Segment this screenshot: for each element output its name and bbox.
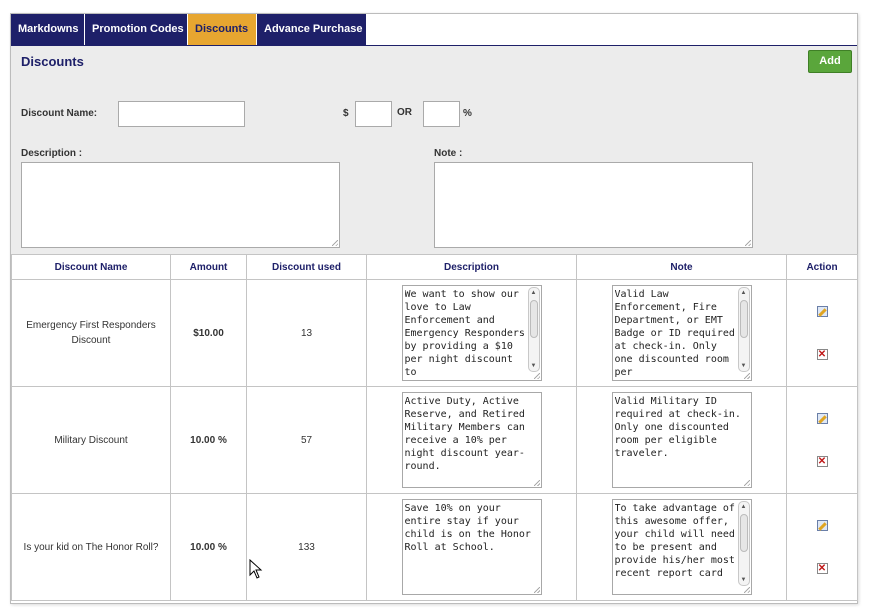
row-note-textarea[interactable]: To take advantage of this awesome offer,… xyxy=(611,499,752,595)
resize-grip-icon[interactable] xyxy=(533,587,540,593)
row-description-textarea[interactable]: Active Duty, Active Reserve, and Retired… xyxy=(401,392,542,488)
tab-markdowns[interactable]: Markdowns xyxy=(11,14,85,45)
action-cell: ✕ xyxy=(786,386,858,494)
column-header-note[interactable]: Note xyxy=(576,254,787,280)
or-label: OR xyxy=(397,107,412,118)
resize-grip-icon[interactable] xyxy=(533,373,540,379)
tab-discounts[interactable]: Discounts xyxy=(188,14,257,45)
row-description-textarea[interactable]: Save 10% on your entire stay if your chi… xyxy=(401,499,542,595)
action-cell: ✕ xyxy=(786,493,858,601)
dollar-amount-input[interactable] xyxy=(355,101,392,127)
discount-name-cell: Emergency First Responders Discount xyxy=(11,279,171,387)
column-header-discount-name[interactable]: Discount Name xyxy=(11,254,171,280)
amount-cell: $10.00 xyxy=(170,279,247,387)
dollar-label: $ xyxy=(343,108,349,119)
note-textarea[interactable] xyxy=(434,162,753,248)
scroll-down-icon[interactable]: ▼ xyxy=(739,575,749,585)
column-header-amount[interactable]: Amount xyxy=(170,254,247,280)
row-note-textarea[interactable]: Valid Military ID required at check-in. … xyxy=(611,392,752,488)
resize-grip-icon[interactable] xyxy=(745,240,751,246)
row-note-textarea[interactable]: Valid Law Enforcement, Fire Department, … xyxy=(611,285,752,381)
scroll-down-icon[interactable]: ▼ xyxy=(529,361,539,371)
column-header-action: Action xyxy=(786,254,858,280)
description-textarea[interactable] xyxy=(21,162,340,248)
scrollbar[interactable]: ▲ ▼ xyxy=(737,501,750,586)
scroll-up-icon[interactable]: ▲ xyxy=(739,502,749,512)
scrollbar[interactable]: ▲ ▼ xyxy=(737,287,750,372)
table-row: Is your kid on The Honor Roll? 10.00 % 1… xyxy=(11,493,858,601)
scrollbar[interactable]: ▲ ▼ xyxy=(527,287,540,372)
tab-promotion-codes[interactable]: Promotion Codes xyxy=(85,14,188,45)
discount-name-input[interactable] xyxy=(118,101,245,127)
description-cell: Active Duty, Active Reserve, and Retired… xyxy=(366,386,577,494)
scroll-up-icon[interactable]: ▲ xyxy=(739,288,749,298)
discount-name-cell: Military Discount xyxy=(11,386,171,494)
row-note-text: Valid Law Enforcement, Fire Department, … xyxy=(614,289,735,378)
discount-used-cell: 133 xyxy=(246,493,367,601)
discount-name-cell: Is your kid on The Honor Roll? xyxy=(11,493,171,601)
amount-cell: 10.00 % xyxy=(170,493,247,601)
resize-grip-icon[interactable] xyxy=(743,480,750,486)
action-cell: ✕ xyxy=(786,279,858,387)
scroll-thumb[interactable] xyxy=(739,300,748,338)
resize-grip-icon[interactable] xyxy=(533,480,540,486)
description-cell: Save 10% on your entire stay if your chi… xyxy=(366,493,577,601)
resize-grip-icon[interactable] xyxy=(743,587,750,593)
discounts-panel: Markdowns Promotion Codes Discounts Adva… xyxy=(10,13,858,604)
discounts-table: Discount Name Amount Discount used Descr… xyxy=(11,254,858,601)
note-cell: Valid Law Enforcement, Fire Department, … xyxy=(576,279,787,387)
note-cell: Valid Military ID required at check-in. … xyxy=(576,386,787,494)
discount-used-cell: 57 xyxy=(246,386,367,494)
row-description-text: We want to show our love to Law Enforcem… xyxy=(404,289,525,378)
tab-bar: Markdowns Promotion Codes Discounts Adva… xyxy=(11,14,367,45)
scroll-thumb[interactable] xyxy=(739,514,748,552)
table-row: Emergency First Responders Discount $10.… xyxy=(11,279,858,387)
tab-advance-purchase[interactable]: Advance Purchase xyxy=(257,14,367,45)
delete-icon[interactable]: ✕ xyxy=(816,563,828,574)
delete-icon[interactable]: ✕ xyxy=(816,456,828,467)
scroll-thumb[interactable] xyxy=(529,300,538,338)
note-label: Note : xyxy=(434,148,463,159)
table-header-row: Discount Name Amount Discount used Descr… xyxy=(11,254,858,280)
description-cell: We want to show our love to Law Enforcem… xyxy=(366,279,577,387)
discount-used-cell: 13 xyxy=(246,279,367,387)
edit-icon[interactable] xyxy=(816,520,828,531)
table-row: Military Discount 10.00 % 57 Active Duty… xyxy=(11,386,858,494)
discount-name-label: Discount Name: xyxy=(21,108,98,119)
delete-icon[interactable]: ✕ xyxy=(816,349,828,360)
scroll-up-icon[interactable]: ▲ xyxy=(529,288,539,298)
edit-icon[interactable] xyxy=(816,413,828,424)
resize-grip-icon[interactable] xyxy=(743,373,750,379)
resize-grip-icon[interactable] xyxy=(332,240,338,246)
amount-cell: 10.00 % xyxy=(170,386,247,494)
row-note-text: Valid Military ID required at check-in. … xyxy=(614,396,747,459)
note-cell: To take advantage of this awesome offer,… xyxy=(576,493,787,601)
edit-icon[interactable] xyxy=(816,306,828,317)
scroll-down-icon[interactable]: ▼ xyxy=(739,361,749,371)
row-description-text: Save 10% on your entire stay if your chi… xyxy=(404,503,537,553)
add-button[interactable]: Add xyxy=(808,50,852,73)
row-description-text: Active Duty, Active Reserve, and Retired… xyxy=(404,396,531,472)
percent-amount-input[interactable] xyxy=(423,101,460,127)
add-discount-form: Discounts Add Discount Name: $ OR % Desc… xyxy=(11,46,857,254)
description-label: Description : xyxy=(21,148,83,159)
percent-label: % xyxy=(463,108,472,119)
column-header-discount-used[interactable]: Discount used xyxy=(246,254,367,280)
page-title: Discounts xyxy=(21,54,84,69)
column-header-description[interactable]: Description xyxy=(366,254,577,280)
row-description-textarea[interactable]: We want to show our love to Law Enforcem… xyxy=(401,285,542,381)
row-note-text: To take advantage of this awesome offer,… xyxy=(614,503,735,579)
